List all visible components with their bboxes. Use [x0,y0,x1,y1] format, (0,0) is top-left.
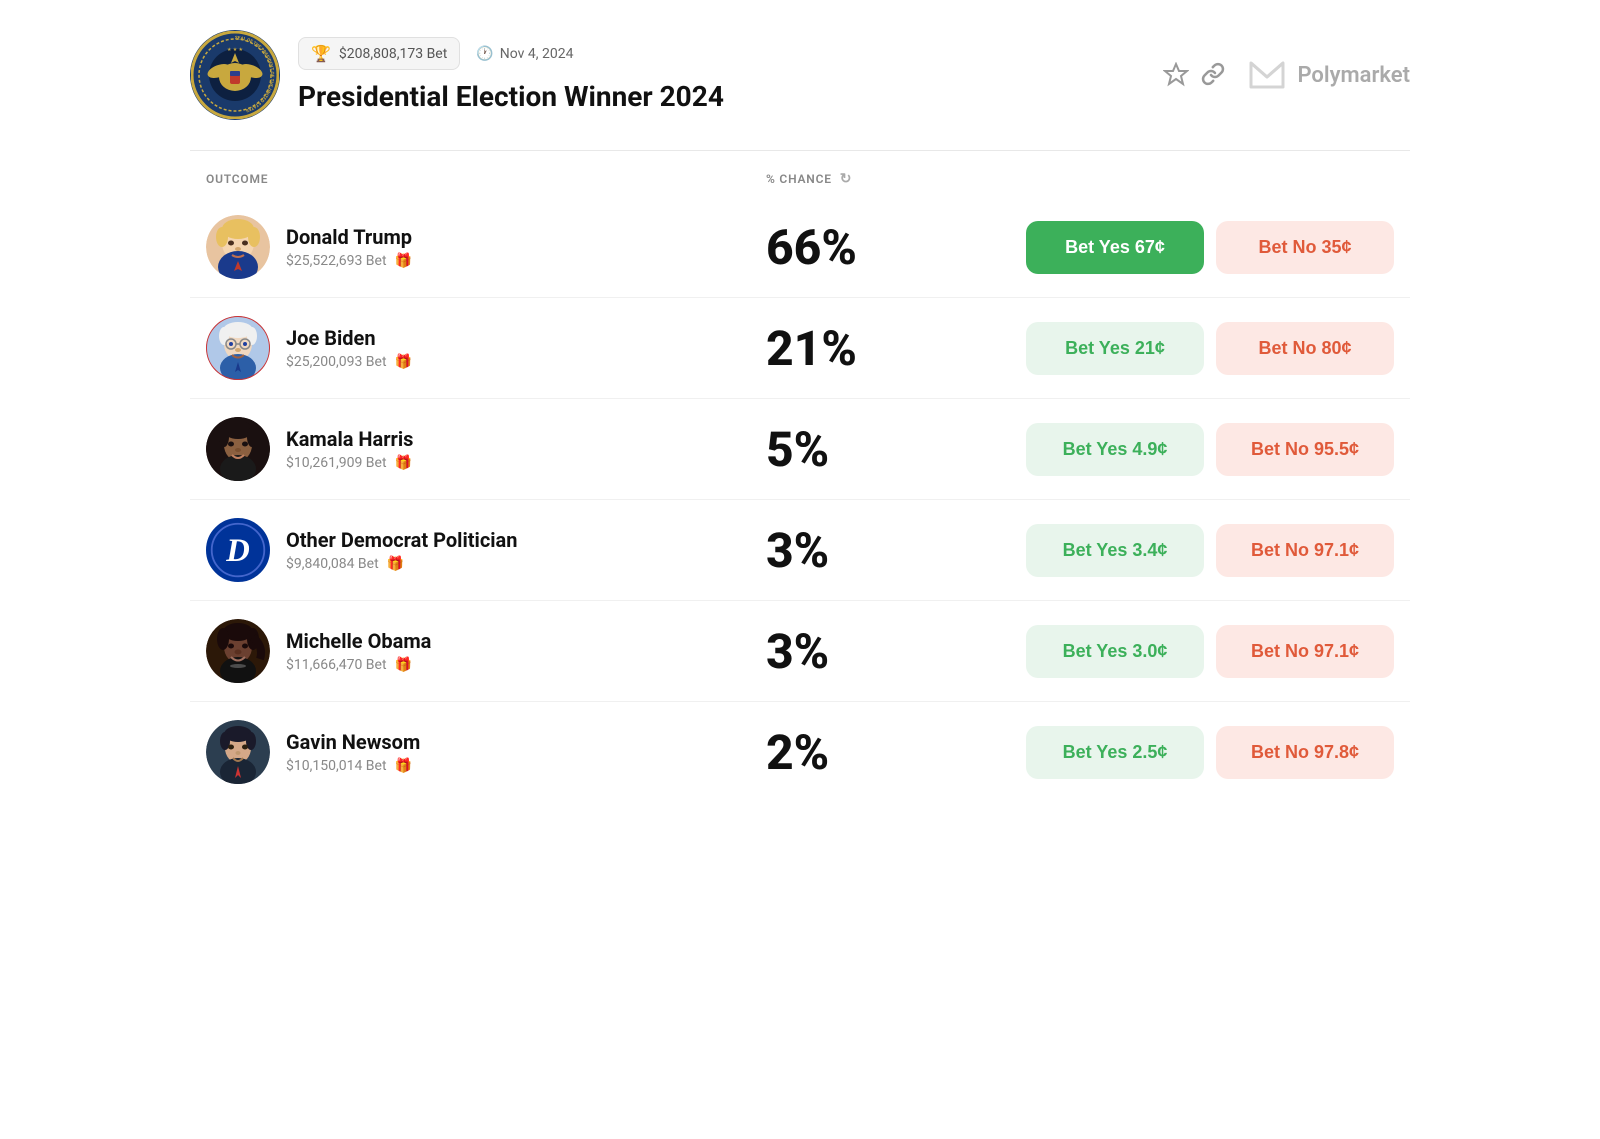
outcome-bet-other-dem: $9,840,084 Bet 🎁 [286,556,517,572]
table-row: Gavin Newsom $10,150,014 Bet 🎁 2% Bet Ye… [190,702,1410,802]
gift-icon-harris[interactable]: 🎁 [395,455,412,471]
star-button[interactable] [1163,62,1189,88]
outcome-text-other-dem: Other Democrat Politician $9,840,084 Bet… [286,528,517,572]
actions-biden: Bet Yes 21¢ Bet No 80¢ [1026,322,1394,375]
bet-no-biden[interactable]: Bet No 80¢ [1216,322,1394,375]
outcome-info-trump: Donald Trump $25,522,693 Bet 🎁 [206,215,766,279]
link-button[interactable] [1201,62,1227,88]
actions-newsom: Bet Yes 2.5¢ Bet No 97.8¢ [1026,726,1394,779]
avatar-harris [206,417,270,481]
bet-yes-michelle[interactable]: Bet Yes 3.0¢ [1026,625,1204,678]
outcome-info-biden: Joe Biden $25,200,093 Bet 🎁 [206,316,766,380]
outcome-info-other-dem: D Other Democrat Politician $9,840,084 B… [206,518,766,582]
gift-icon-biden[interactable]: 🎁 [395,354,412,370]
bet-no-harris[interactable]: Bet No 95.5¢ [1216,423,1394,476]
table-row: Michelle Obama $11,666,470 Bet 🎁 3% Bet … [190,601,1410,702]
header-meta: 🏆 $208,808,173 Bet 🕐 Nov 4, 2024 Preside… [298,37,724,113]
actions-other-dem: Bet Yes 3.4¢ Bet No 97.1¢ [1026,524,1394,577]
chance-harris: 5% [766,421,1026,478]
presidential-seal: ★ ★ ★ SEAL OF THE PRESIDENT OF THE UNITE… [190,30,280,120]
outcome-bet-harris: $10,261,909 Bet 🎁 [286,455,413,471]
outcome-name-other-dem: Other Democrat Politician [286,528,517,552]
gift-icon-michelle[interactable]: 🎁 [395,657,412,673]
outcome-name-newsom: Gavin Newsom [286,730,420,754]
chance-newsom: 2% [766,724,1026,781]
table-row: Kamala Harris $10,261,909 Bet 🎁 5% Bet Y… [190,399,1410,500]
actions-michelle: Bet Yes 3.0¢ Bet No 97.1¢ [1026,625,1394,678]
outcome-info-harris: Kamala Harris $10,261,909 Bet 🎁 [206,417,766,481]
bet-yes-newsom[interactable]: Bet Yes 2.5¢ [1026,726,1204,779]
refresh-icon[interactable]: ↻ [840,171,853,187]
polymarket-label: Polymarket [1297,63,1410,88]
avatar-trump [206,215,270,279]
actions-harris: Bet Yes 4.9¢ Bet No 95.5¢ [1026,423,1394,476]
svg-text:★ ★ ★: ★ ★ ★ [227,47,243,53]
bet-no-other-dem[interactable]: Bet No 97.1¢ [1216,524,1394,577]
outcome-text-biden: Joe Biden $25,200,093 Bet 🎁 [286,326,412,370]
outcome-bet-newsom: $10,150,014 Bet 🎁 [286,758,420,774]
table-row: Donald Trump $25,522,693 Bet 🎁 66% Bet Y… [190,197,1410,298]
chance-michelle: 3% [766,623,1026,680]
outcome-name-trump: Donald Trump [286,225,412,249]
outcome-name-harris: Kamala Harris [286,427,413,451]
clock-icon: 🕐 [476,46,493,62]
page-header: ★ ★ ★ SEAL OF THE PRESIDENT OF THE UNITE… [190,30,1410,120]
outcome-info-michelle: Michelle Obama $11,666,470 Bet 🎁 [206,619,766,683]
bet-yes-harris[interactable]: Bet Yes 4.9¢ [1026,423,1204,476]
bet-yes-trump[interactable]: Bet Yes 67¢ [1026,221,1204,274]
page-title: Presidential Election Winner 2024 [298,80,724,113]
outcome-text-trump: Donald Trump $25,522,693 Bet 🎁 [286,225,412,269]
table-row: D Other Democrat Politician $9,840,084 B… [190,500,1410,601]
gift-icon-other-dem[interactable]: 🎁 [387,556,404,572]
bet-amount: $208,808,173 Bet [339,46,447,62]
outcome-text-newsom: Gavin Newsom $10,150,014 Bet 🎁 [286,730,420,774]
table-header: OUTCOME % CHANCE ↻ [190,171,1410,197]
header-actions [1163,62,1227,88]
svg-text:D: D [225,533,250,569]
outcome-bet-trump: $25,522,693 Bet 🎁 [286,253,412,269]
col-outcome-header: OUTCOME [206,172,766,186]
avatar-other-dem: D [206,518,270,582]
trophy-badge: 🏆 $208,808,173 Bet [298,37,460,70]
trophy-icon: 🏆 [311,44,331,63]
avatar-michelle [206,619,270,683]
actions-trump: Bet Yes 67¢ Bet No 35¢ [1026,221,1394,274]
header-meta-top: 🏆 $208,808,173 Bet 🕐 Nov 4, 2024 [298,37,724,70]
header-left: ★ ★ ★ SEAL OF THE PRESIDENT OF THE UNITE… [190,30,724,120]
header-right: Polymarket [1163,55,1410,95]
outcome-name-biden: Joe Biden [286,326,412,350]
bet-no-trump[interactable]: Bet No 35¢ [1216,221,1394,274]
bet-yes-biden[interactable]: Bet Yes 21¢ [1026,322,1204,375]
bet-no-michelle[interactable]: Bet No 97.1¢ [1216,625,1394,678]
outcome-info-newsom: Gavin Newsom $10,150,014 Bet 🎁 [206,720,766,784]
table-row: Joe Biden $25,200,093 Bet 🎁 21% Bet Yes … [190,298,1410,399]
header-divider [190,150,1410,151]
date-label: Nov 4, 2024 [500,46,574,62]
outcome-text-harris: Kamala Harris $10,261,909 Bet 🎁 [286,427,413,471]
gift-icon-newsom[interactable]: 🎁 [395,758,412,774]
avatar-biden [206,316,270,380]
chance-biden: 21% [766,320,1026,377]
avatar-newsom [206,720,270,784]
outcome-bet-biden: $25,200,093 Bet 🎁 [286,354,412,370]
col-chance-header: % CHANCE ↻ [766,171,1026,187]
polymarket-logo-icon [1247,55,1287,95]
outcome-text-michelle: Michelle Obama $11,666,470 Bet 🎁 [286,629,431,673]
outcome-name-michelle: Michelle Obama [286,629,431,653]
bet-yes-other-dem[interactable]: Bet Yes 3.4¢ [1026,524,1204,577]
outcome-bet-michelle: $11,666,470 Bet 🎁 [286,657,431,673]
chance-trump: 66% [766,219,1026,276]
gift-icon-trump[interactable]: 🎁 [395,253,412,269]
chance-other-dem: 3% [766,522,1026,579]
bet-no-newsom[interactable]: Bet No 97.8¢ [1216,726,1394,779]
polymarket-brand: Polymarket [1247,55,1410,95]
date-info: 🕐 Nov 4, 2024 [476,46,573,62]
